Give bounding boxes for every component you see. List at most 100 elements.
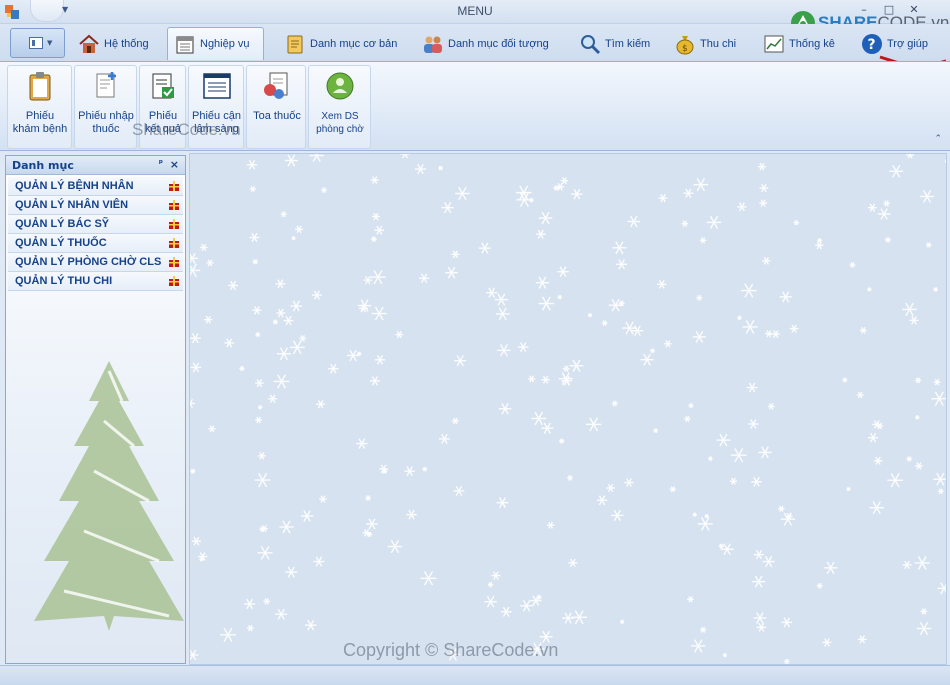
- phieu-nhap-thuoc-button[interactable]: Phiếu nhập thuốc: [76, 70, 136, 136]
- snowflake-icon: [374, 225, 385, 235]
- snowflake-icon: [372, 212, 380, 221]
- tab-label: Thu chi: [700, 37, 737, 50]
- snowflake-icon: [781, 617, 793, 628]
- snowflake-icon: [441, 201, 454, 214]
- snowflake-icon: [746, 382, 758, 393]
- snowflake-icon: [914, 462, 923, 470]
- tab-nghiep-vu[interactable]: Nghiệp vụ: [167, 27, 264, 60]
- snowflake-icon: [708, 456, 713, 461]
- snowflake-icon: [627, 215, 640, 228]
- gift-icon: [169, 257, 179, 267]
- snowflake-icon: [366, 518, 378, 530]
- snowflake-icon: [289, 340, 305, 355]
- chevron-down-icon: ▼: [47, 39, 53, 47]
- watermark-bottom: Copyright © ShareCode.vn: [343, 640, 559, 660]
- tab-tim-kiem[interactable]: Tìm kiếm: [573, 27, 656, 60]
- snowflake-icon: [758, 446, 772, 459]
- snowflake-icon: [319, 495, 327, 503]
- snowflake-icon: [704, 513, 709, 519]
- snowflake-icon: [309, 154, 324, 162]
- phieu-kham-benh-button[interactable]: Phiếu khám bệnh: [10, 70, 70, 136]
- snowflake-icon: [357, 351, 362, 356]
- clipboard-icon: [29, 72, 51, 101]
- snowflake-icon: [789, 324, 799, 333]
- snowflake-icon: [438, 433, 450, 444]
- snowflake-icon: [517, 342, 529, 353]
- snowflake-icon: [718, 543, 724, 549]
- application-menu-button[interactable]: ▼: [10, 28, 65, 58]
- tab-danh-muc-co-ban[interactable]: Danh mục cơ bản: [278, 27, 403, 60]
- snowflake-icon: [404, 466, 415, 477]
- snowflake-icon: [696, 294, 703, 301]
- snowflake-icon: [906, 456, 913, 462]
- snowflake-icon: [877, 208, 891, 220]
- collapse-ribbon-icon[interactable]: ⌃: [934, 134, 942, 144]
- tab-label: Tìm kiếm: [605, 37, 651, 50]
- ribbon-group: Xem DS phòng chờ: [308, 65, 371, 149]
- pin-icon[interactable]: ᵖ: [159, 159, 163, 169]
- snowflake-icon: [916, 621, 932, 636]
- snowflake-icon: [370, 176, 379, 185]
- snowflake-icon: [200, 243, 208, 252]
- snowflake-icon: [937, 488, 944, 495]
- snowflake-icon: [249, 232, 260, 243]
- snowflake-icon: [933, 378, 941, 386]
- snowflake-icon: [541, 375, 550, 384]
- snowflake-icon: [571, 188, 583, 200]
- snowflake-icon: [748, 419, 759, 429]
- tab-danh-muc-doi-tuong[interactable]: Danh mục đối tượng: [416, 27, 555, 60]
- snowflake-icon: [692, 512, 697, 517]
- snowflake-icon: [491, 571, 501, 580]
- snowflake-icon: [190, 649, 199, 661]
- snowflake-icon: [252, 259, 259, 265]
- snowflake-icon: [246, 624, 254, 632]
- snowflake-icon: [299, 335, 307, 342]
- snowflake-icon: [285, 566, 298, 578]
- snowy-tree-icon: [34, 361, 184, 631]
- snowflake-icon: [370, 270, 386, 285]
- tab-thong-ke[interactable]: Thống kê: [757, 27, 841, 60]
- snowflake-icon: [657, 279, 667, 289]
- snowflake-icon: [586, 417, 602, 432]
- snowflake-icon: [587, 313, 593, 318]
- panel-close-icon[interactable]: ×: [170, 158, 179, 171]
- snowflake-icon: [742, 320, 758, 334]
- snowflake-icon: [868, 432, 879, 443]
- menu-item-quan-ly-benh-nhan[interactable]: QUẢN LÝ BỆNH NHÂN: [8, 177, 183, 196]
- snowflake-icon: [562, 612, 575, 624]
- pills-icon: [264, 72, 288, 99]
- snowflake-icon: [816, 582, 823, 589]
- snowflake-icon: [311, 290, 322, 300]
- snowflake-icon: [190, 263, 201, 278]
- snowflake-icon: [420, 571, 437, 586]
- snowflake-icon: [244, 598, 256, 610]
- toa-thuoc-button[interactable]: Toa thuốc: [249, 70, 305, 123]
- snowflake-icon: [273, 374, 290, 389]
- snowflake-icon: [729, 477, 738, 485]
- menu-item-quan-ly-thuoc[interactable]: QUẢN LÝ THUỐC: [8, 234, 183, 253]
- snowflake-icon: [906, 154, 914, 159]
- snowflake-icon: [257, 452, 266, 460]
- snowflake-icon: [224, 338, 235, 348]
- xem-ds-phong-cho-button[interactable]: Xem DS phòng chờ: [311, 70, 369, 136]
- snowflake-icon: [915, 377, 922, 384]
- tab-he-thong[interactable]: Hệ thống: [72, 27, 155, 60]
- menu-item-quan-ly-nhan-vien[interactable]: QUẢN LÝ NHÂN VIÊN: [8, 196, 183, 215]
- snowflake-icon: [616, 259, 628, 270]
- snowflake-icon: [280, 211, 287, 218]
- tab-thu-chi[interactable]: $ Thu chi: [668, 27, 742, 60]
- snowflake-icon: [859, 327, 867, 334]
- help-icon: ?: [862, 33, 882, 54]
- menu-item-quan-ly-thu-chi[interactable]: QUẢN LÝ THU CHI: [8, 272, 183, 291]
- snowflake-icon: [478, 242, 491, 254]
- snowflake-icon: [944, 159, 946, 164]
- snowflake-icon: [926, 242, 932, 248]
- snowflake-icon: [778, 505, 785, 512]
- snowflake-icon: [254, 472, 271, 488]
- menu-item-quan-ly-phong-cho-cls[interactable]: QUẢN LÝ PHÒNG CHỜ CLS: [8, 253, 183, 272]
- snowflake-icon: [687, 595, 694, 603]
- menu-item-quan-ly-bac-sy[interactable]: QUẢN LÝ BÁC SỸ: [8, 215, 183, 234]
- snowflake-icon: [220, 627, 236, 642]
- snowflake-icon: [496, 497, 509, 509]
- snowflake-icon: [395, 330, 404, 339]
